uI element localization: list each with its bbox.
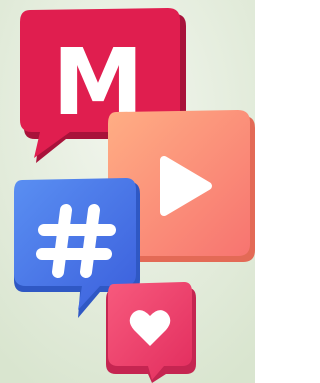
social-media-icons-illustration: M [0,0,255,383]
heart-bubble [106,282,196,383]
